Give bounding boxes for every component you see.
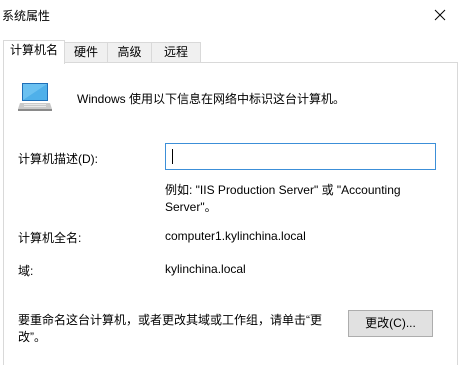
- example-text: 例如: "IIS Production Server" 或 "Accountin…: [165, 183, 401, 214]
- text-caret: [172, 149, 173, 164]
- tab-hardware[interactable]: 硬件: [64, 42, 108, 63]
- title-bar: 系统属性: [0, 0, 463, 30]
- window-title: 系统属性: [2, 9, 51, 23]
- tab-computer-name[interactable]: 计算机名: [3, 40, 65, 64]
- tab-remote[interactable]: 远程: [151, 42, 201, 63]
- tab-strip: 计算机名 硬件 高级 远程: [0, 40, 463, 64]
- intro-text: Windows 使用以下信息在网络中标识这台计算机。: [77, 92, 346, 106]
- rename-instructions: 要重命名这台计算机，或者更改其域或工作组，请单击“更改”。: [18, 313, 322, 344]
- tab-advanced[interactable]: 高级: [107, 42, 152, 63]
- domain-label: 域:: [18, 264, 34, 278]
- close-button[interactable]: [417, 0, 463, 30]
- full-name-label: 计算机全名:: [18, 231, 82, 245]
- description-input[interactable]: [165, 143, 436, 170]
- change-button[interactable]: 更改(C)...: [348, 310, 433, 337]
- close-icon: [434, 9, 446, 21]
- computer-name-panel: Windows 使用以下信息在网络中标识这台计算机。 计算机描述(D): 例如:…: [3, 62, 458, 365]
- description-label: 计算机描述(D):: [18, 152, 98, 166]
- computer-icon: [18, 83, 52, 111]
- full-name-value: computer1.kylinchina.local: [165, 229, 306, 243]
- domain-value: kylinchina.local: [165, 262, 246, 276]
